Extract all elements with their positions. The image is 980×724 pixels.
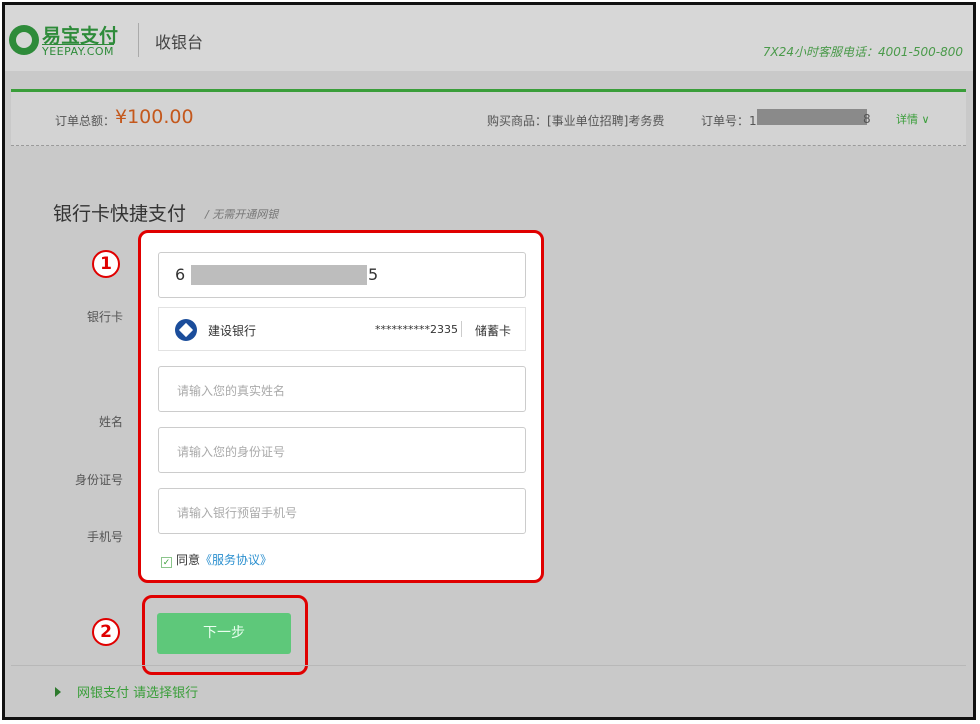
agree-text: 同意 <box>176 553 201 567</box>
bank-row-divider <box>461 321 462 337</box>
id-placeholder: 请输入您的身份证号 <box>177 445 286 459</box>
label-name: 姓名 <box>98 415 123 429</box>
section-note: / 无需开通网银 <box>205 208 279 221</box>
section-title: 银行卡快捷支付 <box>53 203 187 225</box>
id-number-input[interactable]: 请输入您的身份证号 <box>158 427 526 473</box>
bank-card-info: 建设银行 **********2335 储蓄卡 <box>158 307 526 351</box>
page-frame: 易宝支付 YEEPAY.COM 收银台 7X24小时客服电话：4001-500-… <box>2 2 976 720</box>
logo-subtext: YEEPAY.COM <box>42 44 115 58</box>
order-number-redaction <box>757 109 867 125</box>
top-bar: 易宝支付 YEEPAY.COM 收银台 7X24小时客服电话：4001-500-… <box>5 5 973 71</box>
name-input[interactable]: 请输入您的真实姓名 <box>158 366 526 412</box>
label-card: 银行卡 <box>86 310 123 324</box>
card-number-redaction <box>191 265 367 285</box>
card-number-end: 5 <box>368 265 379 284</box>
order-amount: ¥100.00 <box>115 106 194 128</box>
callout-marker-2: 2 <box>92 618 120 646</box>
name-placeholder: 请输入您的真实姓名 <box>177 384 286 398</box>
bank-name: 建设银行 <box>208 324 257 338</box>
details-toggle[interactable]: 详情 ∨ <box>896 111 930 127</box>
agreement-row: ✓ 同意《服务协议》 <box>161 551 272 568</box>
card-number-start: 6 <box>175 265 186 284</box>
service-hotline: 7X24小时客服电话：4001-500-800 <box>762 45 963 59</box>
yeepay-logo[interactable]: 易宝支付 YEEPAY.COM <box>9 21 129 61</box>
yeepay-logo-icon <box>9 25 39 55</box>
order-number-prefix: 订单号：1 <box>701 114 757 128</box>
expand-arrow-icon <box>55 687 61 697</box>
amount-label: 订单总额： <box>55 114 116 128</box>
goods-description: 购买商品：[事业单位招聘]考务费 <box>487 114 665 128</box>
phone-input[interactable]: 请输入银行预留手机号 <box>158 488 526 534</box>
label-phone: 手机号 <box>86 530 123 544</box>
order-summary: 订单总额： ¥100.00 购买商品：[事业单位招聘]考务费 订单号：1 8 详… <box>11 92 966 146</box>
ccb-bank-icon <box>175 319 197 341</box>
order-number-suffix: 8 <box>863 112 871 126</box>
callout-marker-1: 1 <box>92 250 120 278</box>
next-button-callout: 下一步 <box>142 595 308 675</box>
online-banking-label: 网银支付 请选择银行 <box>77 686 199 701</box>
phone-placeholder: 请输入银行预留手机号 <box>177 506 298 520</box>
bottom-divider <box>11 665 966 666</box>
page-title: 收银台 <box>155 33 204 52</box>
agreement-checkbox[interactable]: ✓ <box>161 557 172 568</box>
next-step-button[interactable]: 下一步 <box>157 613 291 654</box>
masked-card-number: **********2335 <box>375 323 458 336</box>
service-agreement-link[interactable]: 《服务协议》 <box>200 553 272 567</box>
online-banking-option[interactable]: 网银支付 请选择银行 <box>55 682 198 701</box>
label-id: 身份证号 <box>74 473 123 487</box>
card-number-input[interactable]: 6 5 <box>158 252 526 298</box>
payment-form-callout: 6 5 建设银行 **********2335 储蓄卡 请输入您的真实姓名 请输… <box>138 230 544 583</box>
header-divider <box>138 23 139 57</box>
card-type: 储蓄卡 <box>475 324 512 338</box>
